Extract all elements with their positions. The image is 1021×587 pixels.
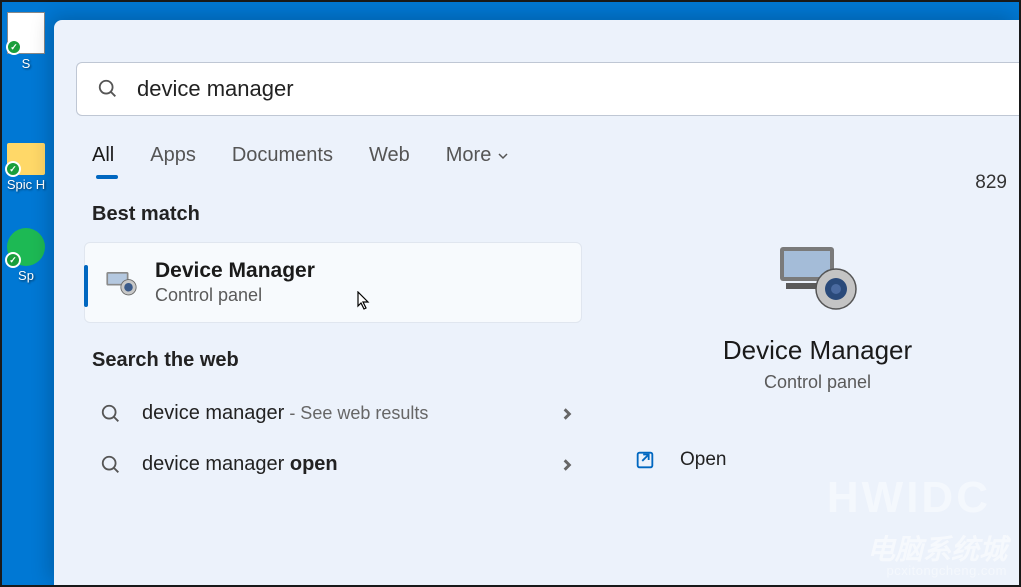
desktop-icon[interactable]: Spic H	[2, 141, 50, 194]
preview-title: Device Manager	[723, 335, 912, 366]
search-icon	[100, 454, 122, 476]
search-tabs: All Apps Documents Web More	[92, 144, 1019, 173]
search-icon	[100, 403, 122, 425]
cursor-icon	[357, 291, 371, 311]
preview-subtitle: Control panel	[764, 372, 871, 393]
tab-web[interactable]: Web	[369, 144, 410, 173]
tab-apps[interactable]: Apps	[150, 144, 196, 173]
chevron-right-icon	[560, 458, 574, 472]
sync-badge-icon	[5, 161, 21, 177]
desktop-icon[interactable]: S	[2, 10, 50, 73]
chevron-down-icon	[497, 150, 509, 162]
desktop-icon[interactable]: Sp	[2, 226, 50, 285]
tab-more-label: More	[446, 144, 492, 167]
action-label: Open	[680, 449, 726, 471]
top-right-badge: 829	[975, 172, 1007, 194]
desktop-icon-label: Spic H	[7, 177, 45, 192]
watermark: 电脑系统城 pcxitongcheng.com	[867, 536, 1007, 577]
device-manager-icon	[772, 239, 864, 315]
watermark-big: HWIDC	[827, 473, 991, 523]
web-result-item[interactable]: device manager - See web results	[92, 388, 582, 439]
search-input[interactable]	[137, 76, 999, 102]
best-match-heading: Best match	[92, 203, 584, 226]
device-manager-icon	[103, 268, 137, 298]
desktop-icon-label: Sp	[18, 268, 34, 283]
document-icon	[7, 12, 45, 54]
tab-documents[interactable]: Documents	[232, 144, 333, 173]
search-panel: All Apps Documents Web More 829 Best mat…	[54, 20, 1019, 585]
chevron-right-icon	[560, 407, 574, 421]
best-match-title: Device Manager	[155, 259, 315, 283]
best-match-subtitle: Control panel	[155, 285, 315, 306]
web-search-heading: Search the web	[92, 349, 584, 372]
tab-more[interactable]: More	[446, 144, 510, 173]
web-result-text: device manager open	[142, 453, 540, 476]
search-icon	[97, 78, 119, 100]
open-external-icon	[634, 449, 656, 471]
search-bar[interactable]	[76, 62, 1019, 116]
preview-pane: Device Manager Control panel Open	[616, 203, 1019, 483]
folder-icon	[7, 143, 45, 175]
sync-badge-icon	[6, 39, 22, 55]
sync-badge-icon	[5, 252, 21, 268]
desktop-icon-label: S	[22, 56, 31, 71]
spotify-icon	[7, 228, 45, 266]
best-match-result[interactable]: Device Manager Control panel	[84, 242, 582, 323]
web-result-text: device manager - See web results	[142, 402, 540, 425]
desktop-strip: S Spic H Sp	[2, 2, 54, 585]
tab-all[interactable]: All	[92, 144, 114, 173]
web-result-item[interactable]: device manager open	[92, 439, 582, 490]
